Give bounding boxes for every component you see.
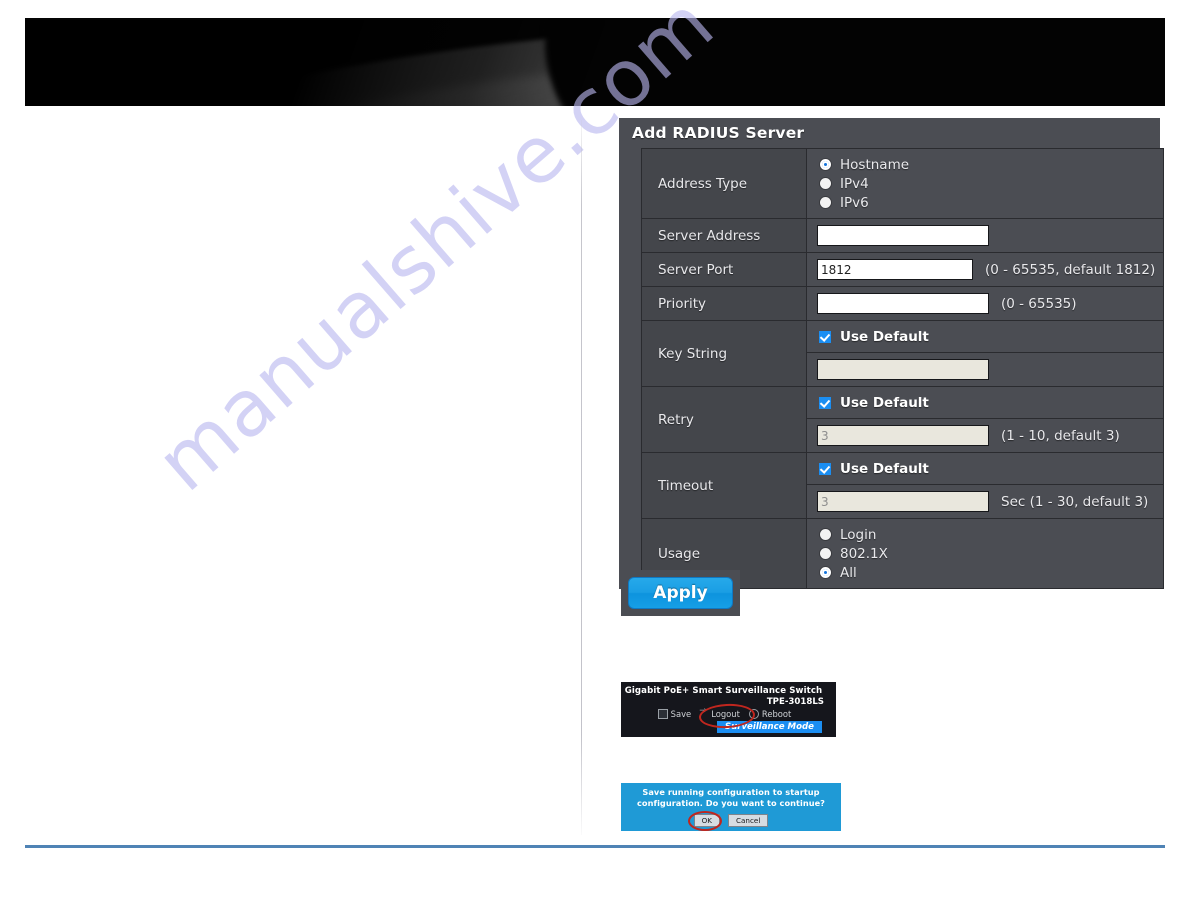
page-header-banner xyxy=(25,18,1165,106)
radio-option-hostname[interactable]: Hostname xyxy=(817,155,1163,174)
device-header-snippet: Gigabit PoE+ Smart Surveillance Switch T… xyxy=(621,682,836,737)
radio-option-ipv6[interactable]: IPv6 xyxy=(817,193,1163,212)
label-server-port: Server Port xyxy=(641,252,807,287)
address-type-radio-group[interactable]: Hostname IPv4 IPv6 xyxy=(817,155,1163,212)
radio-option-all[interactable]: All xyxy=(817,563,1163,582)
label-timeout: Timeout xyxy=(641,452,807,519)
table-row-retry-checkbox: Retry Use Default xyxy=(641,386,1164,453)
radius-settings-table: Address Type Hostname IPv4 IPv6 Server A… xyxy=(641,148,1164,589)
device-reboot-link[interactable]: Reboot xyxy=(748,709,792,719)
priority-field-row: (0 - 65535) xyxy=(817,293,1163,314)
radio-selected-icon xyxy=(820,159,831,170)
radio-label-login: Login xyxy=(840,526,877,543)
timeout-use-default-row[interactable]: Use Default xyxy=(817,459,1163,478)
value-retry-use-default: Use Default xyxy=(806,386,1164,419)
radio-option-login[interactable]: Login xyxy=(817,525,1163,544)
retry-use-default-row[interactable]: Use Default xyxy=(817,393,1163,412)
value-key-string-use-default: Use Default xyxy=(806,320,1164,353)
hint-timeout: Sec (1 - 30, default 3) xyxy=(1001,493,1149,510)
column-divider xyxy=(581,120,582,835)
checkbox-label-use-default: Use Default xyxy=(840,394,929,411)
radio-selected-icon xyxy=(820,567,831,578)
label-retry: Retry xyxy=(641,386,807,453)
radio-unselected-icon xyxy=(820,197,831,208)
footer-divider xyxy=(25,845,1165,848)
radio-label-8021x: 802.1X xyxy=(840,545,888,562)
device-model-number: TPE-3018LS xyxy=(766,697,824,707)
save-icon xyxy=(657,709,668,719)
value-timeout-use-default: Use Default xyxy=(806,452,1164,485)
server-port-field-row: (0 - 65535, default 1812) xyxy=(817,259,1163,280)
dialog-cancel-button[interactable]: Cancel xyxy=(728,814,769,827)
radio-unselected-icon xyxy=(820,178,831,189)
banner-dark-overlay xyxy=(545,18,1165,106)
dialog-message: Save running configuration to startup co… xyxy=(637,787,825,808)
value-usage: Login 802.1X All xyxy=(806,518,1164,589)
device-save-label: Save xyxy=(670,709,692,719)
checkbox-checked-icon xyxy=(819,330,831,343)
radio-label-ipv4: IPv4 xyxy=(840,175,869,192)
banner-left-shade xyxy=(25,20,605,106)
usage-radio-group[interactable]: Login 802.1X All xyxy=(817,525,1163,582)
timeout-field-row: Sec (1 - 30, default 3) xyxy=(817,491,1163,512)
checkbox-label-use-default: Use Default xyxy=(840,328,929,345)
apply-button[interactable]: Apply xyxy=(628,577,733,609)
label-server-address: Server Address xyxy=(641,218,807,253)
table-row-key-string-checkbox: Key String Use Default xyxy=(641,320,1164,387)
device-product-name: Gigabit PoE+ Smart Surveillance Switch xyxy=(624,686,823,696)
device-reboot-label: Reboot xyxy=(761,709,792,719)
value-key-string-input xyxy=(806,352,1164,387)
retry-field-row: (1 - 10, default 3) xyxy=(817,425,1163,446)
key-string-field-row xyxy=(817,359,1163,380)
table-row-address-type: Address Type Hostname IPv4 IPv6 xyxy=(641,148,1164,219)
hint-priority: (0 - 65535) xyxy=(1001,295,1077,312)
server-address-field-row xyxy=(817,225,1163,246)
add-radius-server-panel: Add RADIUS Server Address Type Hostname … xyxy=(619,118,1164,589)
checkbox-checked-icon xyxy=(819,396,831,409)
priority-input[interactable] xyxy=(817,293,989,314)
value-server-address xyxy=(806,218,1164,253)
table-row-priority: Priority (0 - 65535) xyxy=(641,286,1164,321)
value-priority: (0 - 65535) xyxy=(806,286,1164,321)
retry-input[interactable] xyxy=(817,425,989,446)
radio-option-8021x[interactable]: 802.1X xyxy=(817,544,1163,563)
value-address-type: Hostname IPv4 IPv6 xyxy=(806,148,1164,219)
radio-option-ipv4[interactable]: IPv4 xyxy=(817,174,1163,193)
server-address-input[interactable] xyxy=(817,225,989,246)
apply-button-container: Apply xyxy=(621,570,740,616)
label-address-type: Address Type xyxy=(641,148,807,219)
ok-highlight-annotation xyxy=(688,811,722,831)
label-key-string: Key String xyxy=(641,320,807,387)
value-server-port: (0 - 65535, default 1812) xyxy=(806,252,1164,287)
label-priority: Priority xyxy=(641,286,807,321)
timeout-input[interactable] xyxy=(817,491,989,512)
panel-title: Add RADIUS Server xyxy=(619,118,1160,148)
checkbox-label-use-default: Use Default xyxy=(840,460,929,477)
value-timeout-input: Sec (1 - 30, default 3) xyxy=(806,484,1164,519)
server-port-input[interactable] xyxy=(817,259,973,280)
radio-unselected-icon xyxy=(820,548,831,559)
table-row-server-port: Server Port (0 - 65535, default 1812) xyxy=(641,252,1164,287)
key-string-use-default-row[interactable]: Use Default xyxy=(817,327,1163,346)
radio-label-ipv6: IPv6 xyxy=(840,194,869,211)
checkbox-checked-icon xyxy=(819,462,831,475)
radio-label-all: All xyxy=(840,564,857,581)
device-save-link[interactable]: Save xyxy=(657,709,692,719)
hint-retry: (1 - 10, default 3) xyxy=(1001,427,1120,444)
table-row-server-address: Server Address xyxy=(641,218,1164,253)
value-retry-input: (1 - 10, default 3) xyxy=(806,418,1164,453)
radio-label-hostname: Hostname xyxy=(840,156,910,173)
dialog-buttons: OK Cancel xyxy=(627,811,835,831)
radio-unselected-icon xyxy=(820,529,831,540)
save-confirm-dialog: Save running configuration to startup co… xyxy=(621,783,841,831)
hint-server-port: (0 - 65535, default 1812) xyxy=(985,261,1156,278)
key-string-input[interactable] xyxy=(817,359,989,380)
table-row-timeout-checkbox: Timeout Use Default xyxy=(641,452,1164,519)
